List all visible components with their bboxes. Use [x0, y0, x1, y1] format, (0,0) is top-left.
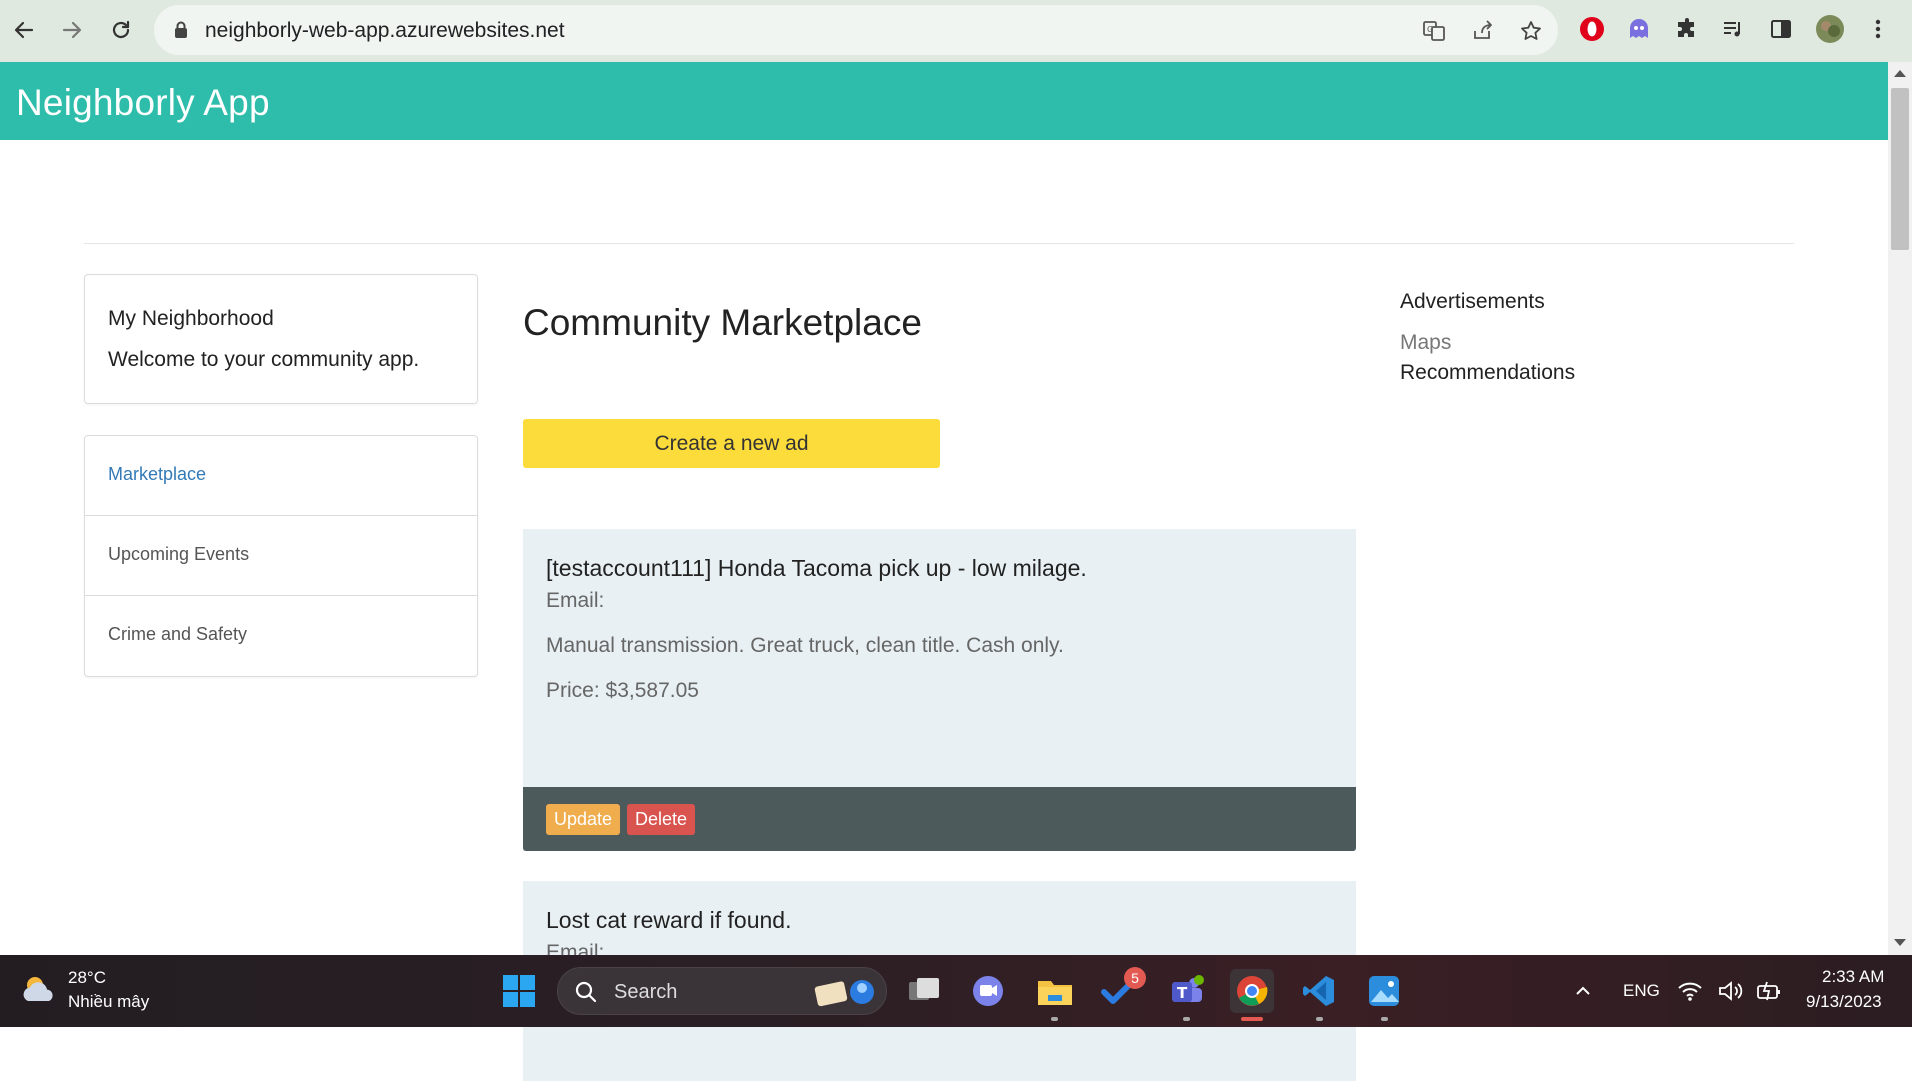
side-panel-icon[interactable] — [1766, 14, 1796, 44]
ghost-extension-icon[interactable] — [1624, 14, 1654, 44]
svg-text:T: T — [1177, 984, 1188, 1002]
volume-icon[interactable] — [1715, 969, 1745, 1013]
sidebar-item-crime-and-safety[interactable]: Crime and Safety — [85, 596, 477, 676]
sidebar-menu: Marketplace Upcoming Events Crime and Sa… — [84, 435, 478, 677]
chevron-up-icon[interactable] — [1561, 969, 1605, 1013]
weather-cloudy-icon[interactable] — [18, 969, 60, 1011]
divider — [84, 243, 1794, 244]
neighborhood-welcome: Welcome to your community app. — [108, 348, 420, 371]
running-indicator — [1051, 1017, 1058, 1021]
weather-description[interactable]: Nhiều mây — [68, 992, 149, 1012]
scroll-up-arrow-icon[interactable] — [1894, 70, 1906, 77]
windows-start-icon[interactable] — [497, 969, 541, 1013]
battery-charging-icon[interactable] — [1754, 969, 1784, 1013]
back-arrow-icon — [14, 21, 34, 39]
media-queue-icon[interactable] — [1718, 14, 1748, 44]
search-label[interactable]: Search — [614, 981, 677, 1004]
teams-icon[interactable]: T — [1165, 969, 1209, 1013]
create-ad-button[interactable]: Create a new ad — [523, 419, 940, 468]
profile-avatar[interactable] — [1815, 14, 1845, 44]
sidebar-item-label[interactable]: Marketplace — [108, 464, 206, 485]
bookmark-star-icon[interactable] — [1518, 18, 1544, 44]
ad-price: Price: $3,587.05 — [546, 679, 699, 702]
neighborhood-title: My Neighborhood — [108, 307, 274, 330]
file-explorer-icon[interactable] — [1033, 969, 1077, 1013]
search-icon — [575, 981, 597, 1003]
app-header: Neighborly App — [0, 62, 1888, 140]
running-indicator — [1183, 1017, 1190, 1021]
ad-card: [testaccount111] Honda Tacoma pick up - … — [523, 529, 1356, 851]
weather-temperature[interactable]: 28°C — [68, 968, 106, 988]
ad-title: [testaccount111] Honda Tacoma pick up - … — [546, 555, 1087, 581]
sidebar-item-marketplace[interactable]: Marketplace — [85, 436, 477, 516]
advertisements-heading: Advertisements — [1400, 290, 1545, 313]
browser-toolbar: neighborly-web-app.azurewebsites.net G — [0, 0, 1912, 62]
ad-footer: Update Delete — [523, 787, 1356, 851]
chrome-icon[interactable] — [1230, 969, 1274, 1013]
teams-chat-icon[interactable] — [966, 969, 1010, 1013]
task-view-icon[interactable] — [902, 969, 946, 1013]
taskbar-search[interactable]: Search — [557, 967, 887, 1015]
page-title: Community Marketplace — [523, 302, 922, 343]
wifi-icon[interactable] — [1675, 969, 1705, 1013]
language-indicator[interactable]: ENG — [1623, 981, 1660, 1001]
scroll-thumb[interactable] — [1891, 88, 1909, 250]
forward-button[interactable] — [54, 12, 90, 48]
recommendations-link[interactable]: Recommendations — [1400, 361, 1575, 385]
address-bar[interactable]: neighborly-web-app.azurewebsites.net G — [154, 5, 1558, 55]
update-button[interactable]: Update — [546, 804, 621, 835]
scroll-down-arrow-icon[interactable] — [1894, 939, 1906, 946]
clock-time[interactable]: 2:33 AM — [1822, 967, 1884, 987]
share-icon[interactable] — [1470, 18, 1496, 44]
vscode-icon[interactable] — [1297, 969, 1341, 1013]
back-button[interactable] — [6, 12, 42, 48]
delete-button[interactable]: Delete — [627, 804, 696, 835]
browser-menu-icon[interactable] — [1863, 14, 1893, 44]
lock-icon[interactable] — [174, 21, 188, 44]
ad-description: Manual transmission. Great truck, clean … — [546, 634, 1064, 657]
translate-icon[interactable]: G — [1421, 18, 1447, 44]
url-text[interactable]: neighborly-web-app.azurewebsites.net — [205, 19, 565, 43]
app-title[interactable]: Neighborly App — [16, 82, 270, 124]
search-highlight-icon — [814, 980, 874, 1007]
ad-email: Email: — [546, 589, 605, 612]
neighborhood-card: My Neighborhood Welcome to your communit… — [84, 274, 478, 404]
svg-text:G: G — [1427, 25, 1433, 34]
windows-taskbar: 28°C Nhiều mây Search 5 T ENG 2:33 AM 9/… — [0, 955, 1912, 1027]
forward-arrow-icon — [62, 21, 82, 39]
sidebar-item-upcoming-events[interactable]: Upcoming Events — [85, 516, 477, 596]
reload-button[interactable] — [103, 12, 139, 48]
active-app-indicator — [1241, 1017, 1263, 1021]
clock-date[interactable]: 9/13/2023 — [1806, 992, 1882, 1012]
notification-badge: 5 — [1124, 967, 1146, 989]
page-scrollbar[interactable] — [1888, 62, 1912, 955]
running-indicator — [1381, 1017, 1388, 1021]
reload-icon — [112, 20, 130, 39]
ad-title: Lost cat reward if found. — [546, 907, 792, 933]
sidebar-item-label[interactable]: Upcoming Events — [108, 544, 249, 565]
photos-icon[interactable] — [1362, 969, 1406, 1013]
running-indicator — [1316, 1017, 1323, 1021]
extensions-puzzle-icon[interactable] — [1672, 14, 1702, 44]
maps-link[interactable]: Maps — [1400, 331, 1451, 355]
opera-extension-icon[interactable] — [1577, 14, 1607, 44]
sidebar-item-label[interactable]: Crime and Safety — [108, 624, 247, 645]
